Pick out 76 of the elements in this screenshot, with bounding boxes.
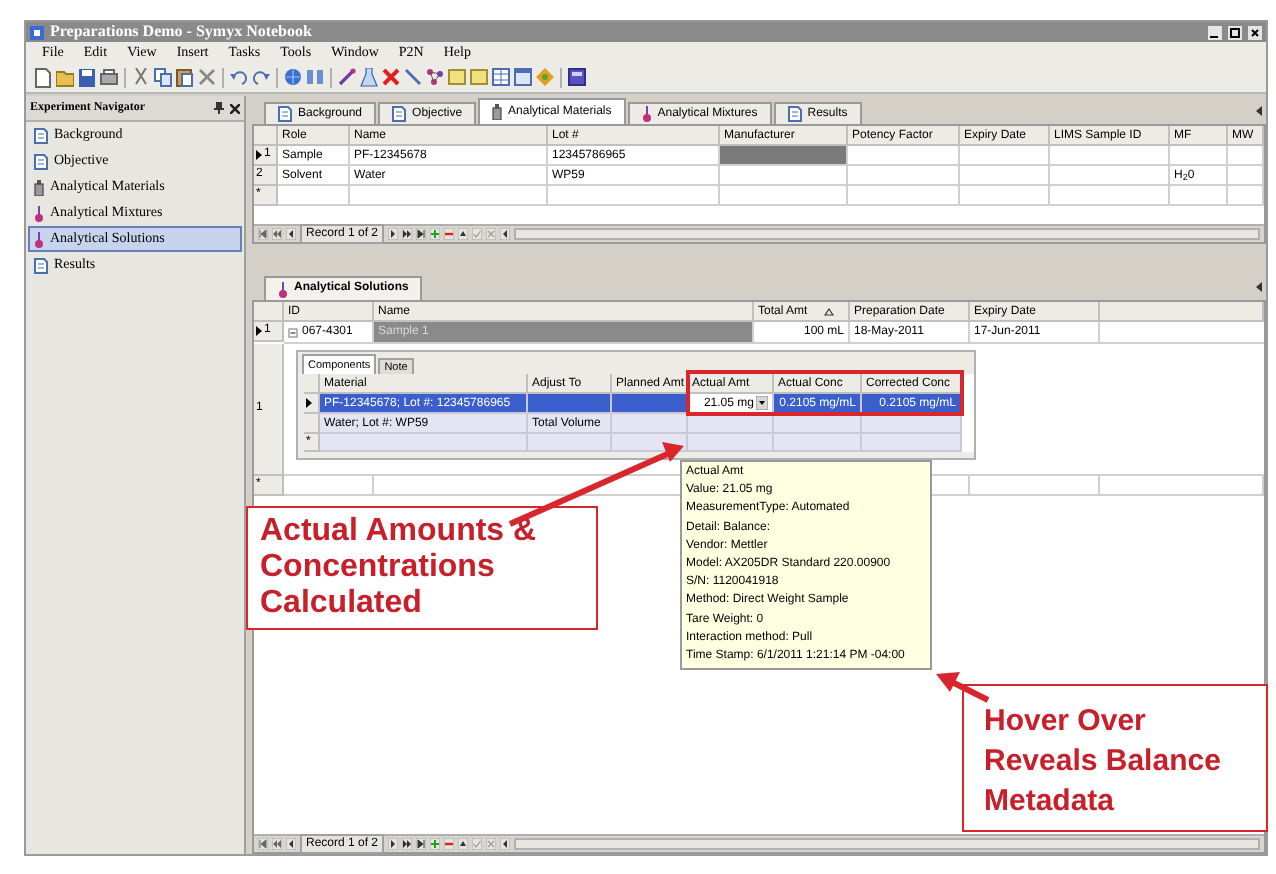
dropdown-icon[interactable] (756, 396, 768, 410)
up-icon[interactable] (458, 228, 469, 240)
page-icon (34, 127, 48, 143)
print-icon[interactable] (100, 68, 118, 88)
previous-page-icon[interactable] (272, 228, 282, 240)
new-document-icon[interactable] (34, 68, 52, 88)
window-title: Preparations Demo - Symyx Notebook (50, 22, 312, 42)
tab-scroll-icon[interactable] (1256, 106, 1262, 116)
tab-scroll-icon[interactable] (1256, 282, 1262, 292)
scroll-left-icon[interactable] (500, 228, 511, 240)
open-folder-icon[interactable] (56, 68, 74, 88)
scroll-left-icon[interactable] (500, 838, 511, 850)
up-icon[interactable] (458, 838, 469, 850)
cut-icon[interactable] (132, 68, 150, 88)
close-icon[interactable] (230, 103, 240, 113)
line-icon[interactable] (404, 68, 422, 88)
window-icon[interactable] (514, 68, 532, 88)
callout-text: Reveals Balance (984, 742, 1223, 782)
flask-icon (34, 205, 44, 221)
table-cell (612, 434, 688, 452)
cross-icon[interactable] (382, 68, 400, 88)
globe-icon[interactable] (284, 68, 302, 88)
previous-page-icon[interactable] (272, 838, 282, 850)
minimize-icon[interactable] (1208, 25, 1222, 39)
remove-icon[interactable] (444, 228, 455, 240)
sort-ascending-icon (823, 307, 834, 315)
last-record-icon[interactable] (416, 228, 427, 240)
delete-icon[interactable] (198, 68, 216, 88)
check-icon[interactable] (472, 228, 483, 240)
close-icon[interactable] (1248, 25, 1262, 39)
current-row-icon (306, 398, 312, 408)
row-header[interactable] (304, 394, 320, 414)
page-icon (34, 257, 48, 273)
current-row-icon (256, 326, 262, 336)
save-icon[interactable] (78, 68, 96, 88)
paste-icon[interactable] (176, 68, 194, 88)
split-icon[interactable] (306, 68, 324, 88)
table-cell (688, 434, 774, 452)
collapse-icon[interactable] (288, 327, 298, 337)
bottle-icon (492, 104, 503, 120)
first-record-icon[interactable] (258, 228, 268, 240)
callout-text: Calculated (260, 586, 424, 622)
page-icon (34, 153, 48, 169)
flask-icon (278, 281, 288, 297)
table-cell (862, 434, 962, 452)
flask-icon[interactable] (360, 68, 378, 88)
next-record-icon[interactable] (388, 838, 399, 850)
pin-icon[interactable] (214, 102, 224, 114)
check-icon[interactable] (472, 838, 483, 850)
calculator-icon[interactable] (568, 68, 586, 88)
callout-text: Hover Over (984, 702, 1148, 742)
diamond-icon[interactable] (536, 68, 554, 88)
bottle-icon (34, 179, 44, 195)
maximize-icon[interactable] (1228, 25, 1242, 39)
flask-icon (34, 231, 44, 247)
last-record-icon[interactable] (416, 838, 427, 850)
current-row-icon (256, 150, 262, 160)
flask-icon (641, 106, 652, 122)
next-record-icon[interactable] (388, 228, 399, 240)
redo-icon[interactable] (252, 68, 270, 88)
undo-icon[interactable] (230, 68, 248, 88)
previous-record-icon[interactable] (286, 228, 296, 240)
table-cell (774, 434, 862, 452)
callout-text: Metadata (984, 782, 1117, 822)
copy-icon[interactable] (154, 68, 172, 88)
previous-record-icon[interactable] (286, 838, 296, 850)
app-icon (30, 25, 44, 39)
first-record-icon[interactable] (258, 838, 268, 850)
table-icon[interactable] (492, 68, 510, 88)
table-cell (528, 434, 612, 452)
pipette-icon[interactable] (338, 68, 356, 88)
next-page-icon[interactable] (402, 838, 413, 850)
next-page-icon[interactable] (402, 228, 413, 240)
remove-icon[interactable] (444, 838, 455, 850)
molecule-icon[interactable] (426, 68, 444, 88)
callout-text: Concentrations (260, 550, 497, 586)
